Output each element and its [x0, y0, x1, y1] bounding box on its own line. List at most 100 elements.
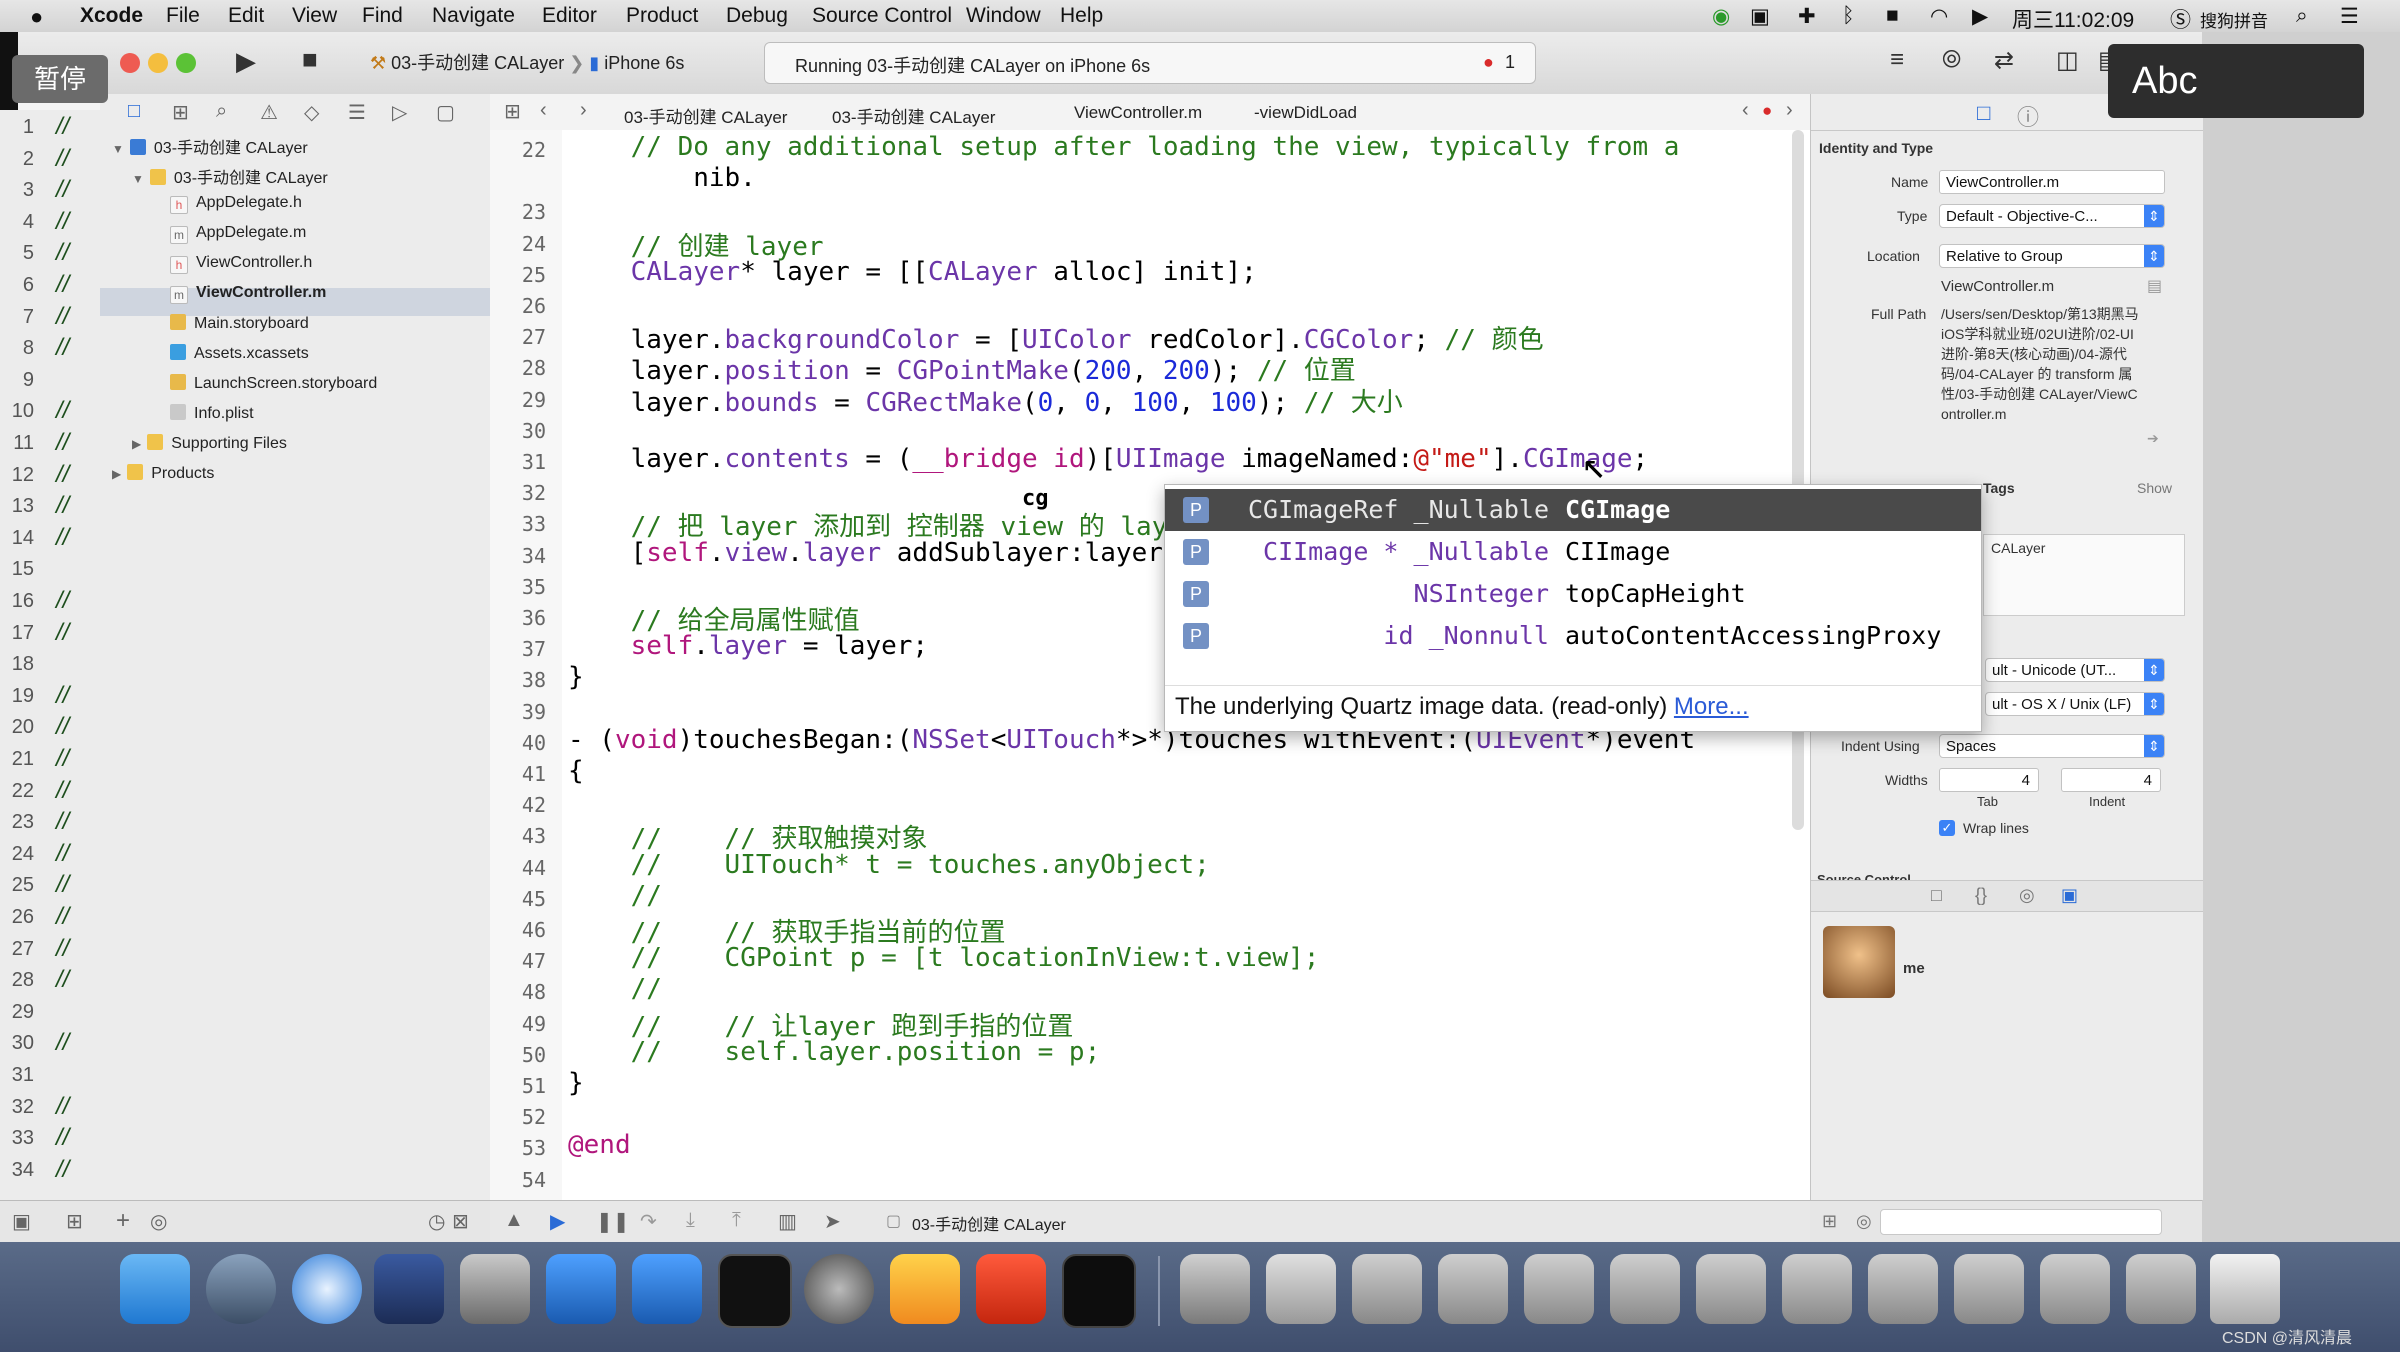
zoom-window-button[interactable] [176, 53, 196, 73]
pause-execution-icon[interactable]: ❚❚ [596, 1209, 630, 1234]
disclosure-triangle-icon[interactable]: ▶ [112, 467, 121, 481]
menu-navigate[interactable]: Navigate [432, 4, 515, 28]
system-preferences-dock-icon[interactable] [804, 1254, 874, 1324]
code-line[interactable]: [self.view.layer addSublayer:layer]; [568, 538, 1195, 568]
xcode-dock-icon[interactable] [546, 1254, 616, 1324]
tab-width-field[interactable]: 4 [1939, 768, 2039, 792]
spotlight-search-icon[interactable]: ⌕ [2296, 4, 2308, 28]
autocomplete-item[interactable]: Pid _Nonnull autoContentAccessingProxy [1165, 615, 1981, 657]
navigator-item[interactable]: ▼ 03-手动创建 CALayer [112, 134, 308, 158]
forward-icon[interactable]: › [580, 99, 587, 122]
minimized-window-5[interactable] [1610, 1254, 1680, 1324]
add-file-icon[interactable]: + [116, 1207, 130, 1235]
plus-status-icon[interactable]: ✚ [1798, 4, 1816, 29]
disclosure-triangle-icon[interactable]: ▼ [132, 172, 144, 186]
safari-dock-icon[interactable] [292, 1254, 362, 1324]
menu-editor[interactable]: Editor [542, 4, 597, 28]
scm-filter-icon[interactable]: ⊠ [452, 1209, 469, 1234]
bluetooth-icon[interactable]: ᛒ [1842, 4, 1855, 28]
finder-dock-icon[interactable] [120, 1254, 190, 1324]
issue-navigator-icon[interactable]: ⚠ [260, 100, 278, 125]
menu-find[interactable]: Find [362, 4, 403, 28]
wifi-icon[interactable]: ◠ [1930, 4, 1948, 29]
code-line[interactable]: layer.contents = (__bridge id)[UIImage i… [568, 444, 1649, 474]
file-template-library-icon[interactable]: □ [1931, 885, 1942, 906]
mouse-app-dock-icon[interactable] [374, 1254, 444, 1324]
keynote-dock-icon[interactable] [460, 1254, 530, 1324]
minimized-window-6[interactable] [1696, 1254, 1766, 1324]
me-image-thumbnail[interactable] [1823, 926, 1895, 998]
autocomplete-item[interactable]: P NSInteger topCapHeight [1165, 573, 1981, 615]
presentation-dock-icon[interactable] [976, 1254, 1046, 1324]
menu-debug[interactable]: Debug [726, 4, 788, 28]
version-editor-icon[interactable]: ⇄ [1994, 46, 2014, 75]
notification-center-icon[interactable]: ☰ [2340, 4, 2359, 29]
code-line[interactable]: nib. [568, 163, 756, 193]
code-line[interactable]: } [568, 1068, 584, 1098]
indent-using-select[interactable]: Spaces [1939, 734, 2165, 758]
autocomplete-item[interactable]: P CIImage * _Nullable CIImage [1165, 531, 1981, 573]
minimized-window-2[interactable] [1352, 1254, 1422, 1324]
app-menu[interactable]: Xcode [80, 4, 143, 28]
input-method-icon[interactable]: Ⓢ [2170, 4, 2191, 34]
menu-window[interactable]: Window [966, 4, 1041, 28]
close-window-button[interactable] [120, 53, 140, 73]
media-library-icon[interactable]: ▣ [2061, 885, 2078, 906]
debug-navigator-icon[interactable]: ☰ [348, 100, 366, 125]
step-over-icon[interactable]: ↷ [640, 1209, 657, 1234]
target-membership-item[interactable]: CALayer [1991, 540, 2045, 556]
code-line[interactable]: CALayer* layer = [[CALayer alloc] init]; [568, 257, 1257, 287]
trash-dock-icon[interactable] [2210, 1254, 2280, 1324]
sketch-dock-icon[interactable] [890, 1254, 960, 1324]
find-navigator-icon[interactable]: ⌕ [216, 100, 227, 123]
volume-icon[interactable]: ▶ [1972, 4, 1988, 29]
reveal-in-finder-icon[interactable]: ➔ [2147, 430, 2159, 447]
console-dock-icon[interactable] [1062, 1254, 1136, 1328]
code-line[interactable]: layer.bounds = CGRectMake(0, 0, 100, 100… [568, 382, 1403, 419]
step-out-icon[interactable]: ⤒ [732, 1209, 741, 1232]
disclosure-triangle-icon[interactable]: ▼ [112, 142, 124, 156]
indent-width-field[interactable]: 4 [2061, 768, 2161, 792]
minimized-window-10[interactable] [2040, 1254, 2110, 1324]
breakpoint-navigator-icon[interactable]: ▷ [392, 100, 407, 125]
simulate-location-icon[interactable]: ➤ [824, 1209, 841, 1234]
navigator-item[interactable]: Assets.xcassets [152, 344, 309, 363]
standard-editor-icon[interactable]: ≡ [1890, 46, 1904, 74]
report-navigator-icon[interactable]: ▢ [436, 100, 455, 125]
navigator-item[interactable]: Main.storyboard [152, 314, 309, 333]
code-line[interactable]: // self.layer.position = p; [568, 1037, 1101, 1067]
code-line[interactable]: { [568, 756, 584, 786]
hide-debug-area-icon[interactable]: ▲ [504, 1209, 524, 1232]
grid-view-icon[interactable]: ⊞ [1822, 1211, 1837, 1232]
error-badge-icon[interactable]: ● [1483, 52, 1494, 73]
related-items-icon[interactable]: ⊞ [504, 99, 521, 124]
grid-icon[interactable]: ⊞ [66, 1209, 83, 1234]
clock[interactable]: 周三11:02:09 [2012, 4, 2134, 34]
apple-menu-icon[interactable]: ● [30, 4, 43, 30]
recent-files-icon[interactable]: ◷ [428, 1209, 445, 1234]
status-app-icon[interactable]: ◉ [1712, 4, 1730, 29]
navigator-item[interactable]: ▼ 03-手动创建 CALayer [132, 164, 328, 188]
minimized-window-7[interactable] [1782, 1254, 1852, 1324]
input-method[interactable]: 搜狗拼音 [2200, 7, 2268, 32]
code-line[interactable]: } [568, 662, 584, 692]
view-hierarchy-icon[interactable]: ▥ [778, 1209, 797, 1234]
disclosure-triangle-icon[interactable]: ▶ [132, 437, 141, 451]
menu-help[interactable]: Help [1060, 4, 1103, 28]
library-filter-field[interactable] [1880, 1209, 2162, 1235]
navigator-item[interactable]: LaunchScreen.storyboard [152, 374, 377, 393]
symbol-navigator-icon[interactable]: ⊞ [172, 100, 189, 125]
minimized-window-9[interactable] [1954, 1254, 2024, 1324]
navigator-item[interactable]: ▶ Supporting Files [132, 434, 287, 453]
text-encoding-select[interactable]: ult - Unicode (UT... [1985, 658, 2165, 682]
minimized-window-8[interactable] [1868, 1254, 1938, 1324]
minimized-window-4[interactable] [1524, 1254, 1594, 1324]
terminal-dock-icon[interactable] [718, 1254, 792, 1328]
step-into-icon[interactable]: ⤓ [686, 1209, 695, 1232]
code-line[interactable]: // CGPoint p = [t locationInView:t.view]… [568, 943, 1320, 973]
code-line[interactable]: // Do any additional setup after loading… [568, 132, 1680, 162]
file-type-select[interactable]: Default - Objective-C... [1939, 204, 2165, 228]
minimized-window-3[interactable] [1438, 1254, 1508, 1324]
code-line[interactable]: // [568, 881, 662, 911]
issue-indicator-icon[interactable]: ● [1762, 101, 1772, 121]
